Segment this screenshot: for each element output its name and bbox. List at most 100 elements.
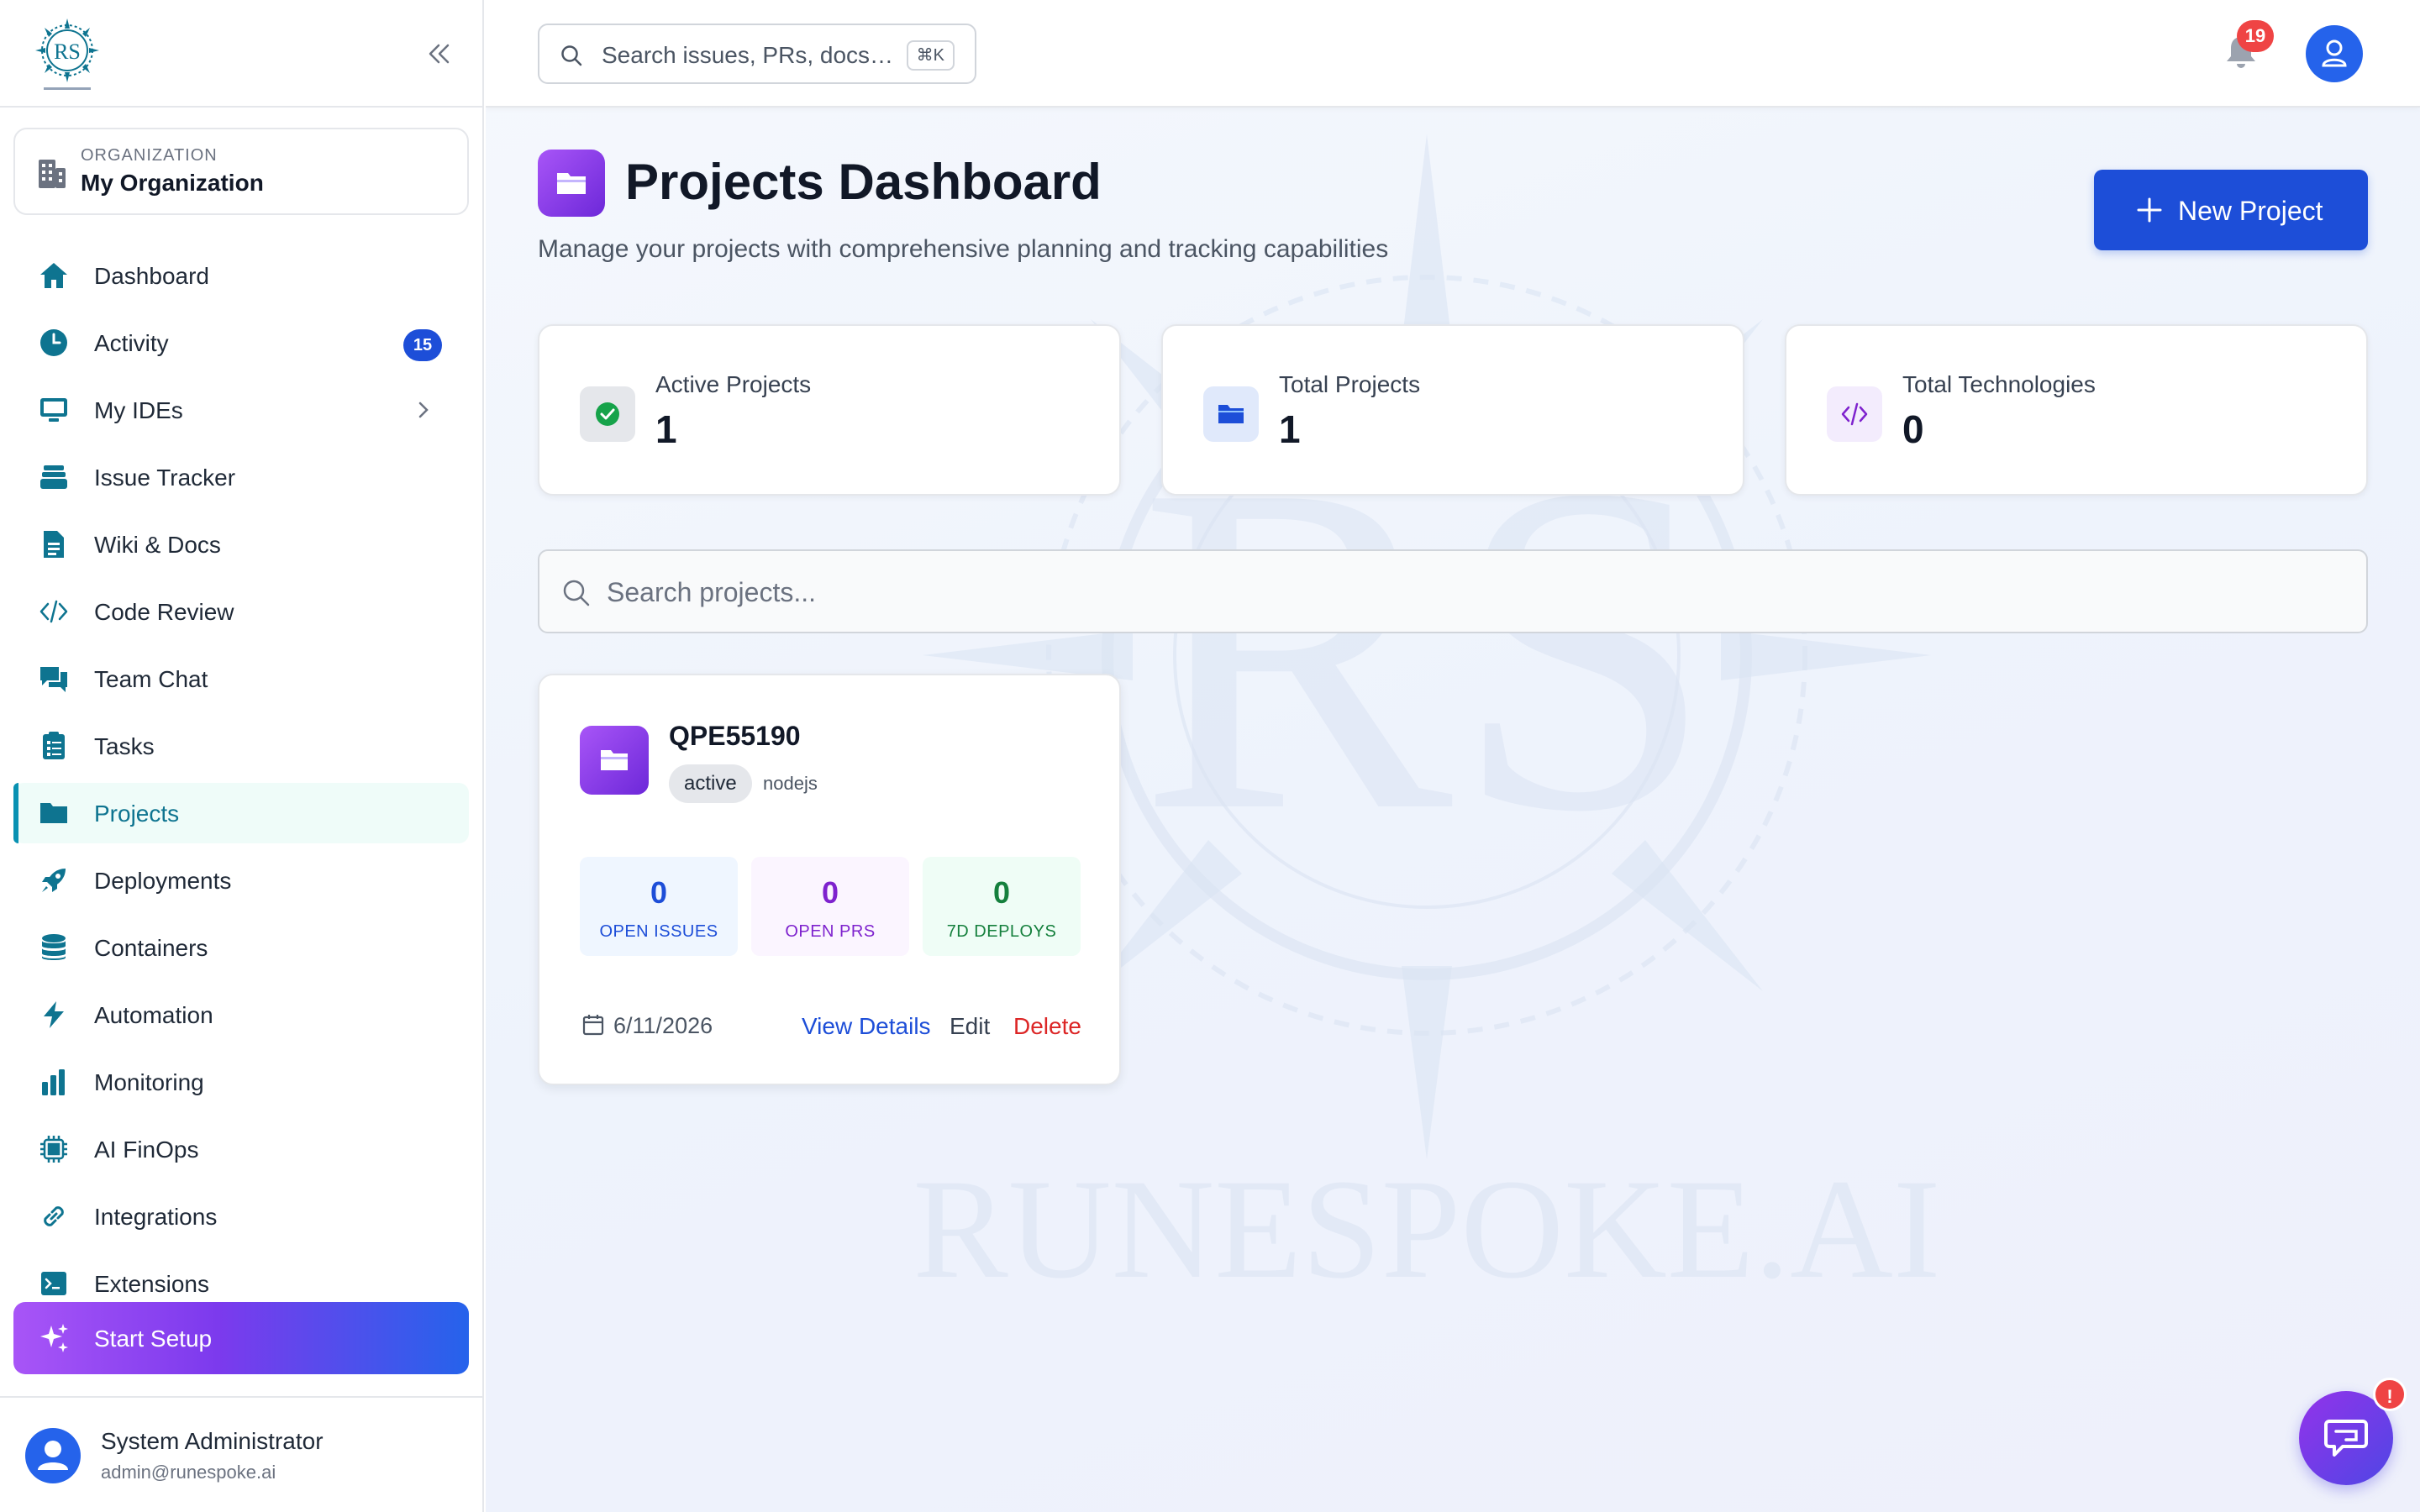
sidebar-item-label: Monitoring [94,1069,204,1095]
project-date: 6/11/2026 [613,1013,713,1038]
new-project-button[interactable]: New Project [2094,170,2368,250]
project-card[interactable]: QPE55190 active nodejs 0 OPEN ISSUES 0 O… [538,674,1121,1085]
global-search-placeholder: Search issues, PRs, docs… [602,42,894,68]
document-icon [39,529,69,559]
user-name: System Administrator [101,1428,324,1454]
stat-card-total-technologies: Total Technologies 0 [1785,324,2368,496]
metric-open-prs: 0 OPEN PRS [751,857,909,956]
building-icon [35,156,69,190]
metric-open-issues: 0 OPEN ISSUES [580,857,738,956]
sidebar-header: RS [0,0,482,108]
sidebar-item-label: Team Chat [94,666,208,692]
plus-icon [2136,197,2163,223]
view-details-link[interactable]: View Details [802,1013,931,1040]
sidebar-item-my-ides[interactable]: My IDEs [13,380,469,440]
metric-value: 0 [650,875,668,910]
sidebar-item-monitoring[interactable]: Monitoring [13,1052,469,1112]
stat-value: 0 [1902,407,1924,451]
user-email: admin@runespoke.ai [101,1462,276,1483]
top-bar: Search issues, PRs, docs… ⌘K 19 [486,0,2420,108]
rocket-icon [39,865,69,895]
sidebar-item-deployments[interactable]: Deployments [13,850,469,911]
check-circle-icon [580,386,635,442]
stat-value: 1 [655,407,677,451]
metric-label: OPEN PRS [785,922,876,941]
technology-tag: nodejs [763,773,818,794]
notification-count-badge: 19 [2237,20,2274,52]
search-icon [560,44,583,67]
sidebar-item-ai-finops[interactable]: AI FinOps [13,1119,469,1179]
watermark-text: RUNESPOKE.AI [913,1150,1940,1308]
monitor-icon [39,395,69,425]
chevron-right-icon[interactable] [412,398,435,422]
chip-icon [39,1134,69,1164]
sidebar-item-integrations[interactable]: Integrations [13,1186,469,1247]
status-badge: active [669,764,752,803]
sidebar-item-containers[interactable]: Containers [13,917,469,978]
organization-name: My Organization [81,170,264,196]
sidebar-item-issue-tracker[interactable]: Issue Tracker [13,447,469,507]
project-name[interactable]: QPE55190 [669,721,801,752]
sidebar-item-projects[interactable]: Projects [13,783,469,843]
stat-label: Active Projects [655,371,812,397]
projects-folder-icon [538,150,605,217]
link-icon [39,1201,69,1231]
chat-alert-badge: ! [2373,1378,2407,1411]
sidebar-item-label: My IDEs [94,397,183,423]
metric-value: 0 [992,875,1011,910]
sidebar-item-tasks[interactable]: Tasks [13,716,469,776]
sidebar: RS ORGANIZATION My Organization Dashboar… [0,0,484,1512]
stat-card-total-projects: Total Projects 1 [1161,324,1744,496]
metric-value: 0 [821,875,839,910]
database-icon [39,932,69,963]
sidebar-item-label: Code Review [94,599,234,625]
sidebar-item-activity[interactable]: Activity 15 [13,312,469,373]
sidebar-item-automation[interactable]: Automation [13,984,469,1045]
project-search-input[interactable] [607,570,2338,615]
avatar [25,1428,81,1483]
sidebar-item-label: Extensions [94,1271,209,1297]
stat-label: Total Technologies [1902,371,2096,397]
sidebar-item-label: Automation [94,1002,213,1028]
page-subtitle: Manage your projects with comprehensive … [538,235,1389,263]
project-folder-icon [580,726,649,795]
chat-bubble-icon [2324,1420,2368,1457]
sidebar-item-code-review[interactable]: Code Review [13,581,469,642]
runespoke-logo[interactable]: RS [32,17,103,92]
sidebar-item-label: Dashboard [94,263,209,289]
metric-label: OPEN ISSUES [599,922,718,941]
sidebar-item-wiki-docs[interactable]: Wiki & Docs [13,514,469,575]
user-profile[interactable]: System Administrator admin@runespoke.ai [0,1396,484,1512]
delete-link[interactable]: Delete [1013,1013,1081,1040]
svg-text:RS: RS [54,39,81,64]
organization-switcher[interactable]: ORGANIZATION My Organization [13,128,469,215]
stat-card-active-projects: Active Projects 1 [538,324,1121,496]
user-menu-button[interactable] [2306,25,2363,82]
sparkles-icon [39,1322,71,1354]
start-setup-button[interactable]: Start Setup [13,1302,469,1374]
sidebar-item-label: Activity [94,330,169,356]
sidebar-item-label: Integrations [94,1204,218,1230]
main-content: RS RUNESPOKE.AI Search issues, PRs, docs… [486,0,2420,1512]
folder-icon [39,798,69,828]
home-icon [39,260,69,291]
folder-icon [1203,386,1259,442]
sidebar-item-label: Issue Tracker [94,465,236,491]
project-search [538,549,2368,633]
page-title: Projects Dashboard [625,154,1102,210]
bar-chart-icon [39,1067,69,1097]
sidebar-item-label: AI FinOps [94,1137,199,1163]
sidebar-item-label: Wiki & Docs [94,532,221,558]
metric-7d-deploys: 0 7D DEPLOYS [923,857,1081,956]
activity-count-badge: 15 [403,329,442,361]
collapse-sidebar-icon[interactable] [422,37,455,71]
start-setup-label: Start Setup [94,1326,213,1352]
sidebar-item-dashboard[interactable]: Dashboard [13,245,469,306]
search-icon [561,578,592,608]
calendar-icon [581,1013,605,1037]
code-icon [1827,386,1882,442]
edit-link[interactable]: Edit [950,1013,990,1040]
sidebar-item-label: Containers [94,935,208,961]
sidebar-item-team-chat[interactable]: Team Chat [13,648,469,709]
global-search[interactable]: Search issues, PRs, docs… ⌘K [538,24,976,84]
